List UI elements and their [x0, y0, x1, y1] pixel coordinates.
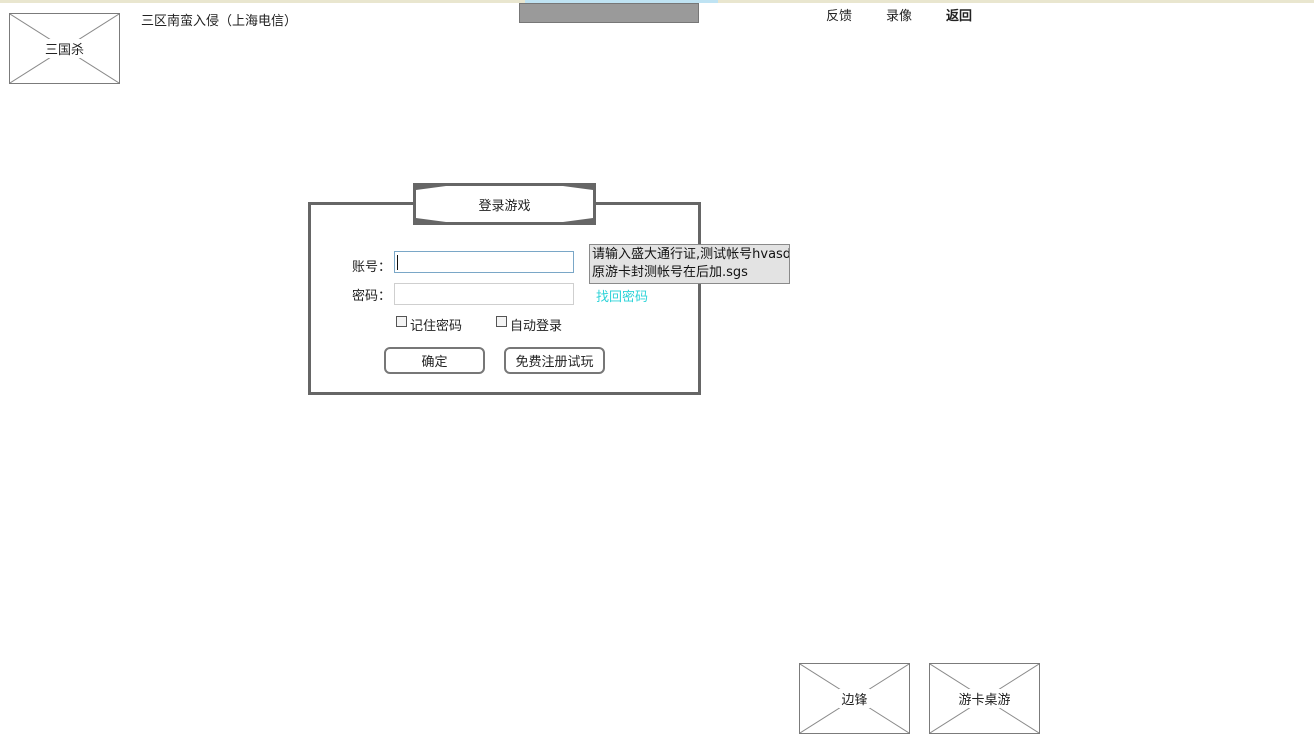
logo-placeholder: 三国杀 — [9, 13, 120, 84]
register-button[interactable]: 免费注册试玩 — [504, 347, 605, 374]
top-progress-bar — [519, 3, 699, 23]
text-caret — [397, 255, 398, 270]
youka-tile[interactable]: 游卡桌游 — [929, 663, 1040, 734]
bianfeng-tile[interactable]: 边锋 — [799, 663, 910, 734]
feedback-link[interactable]: 反馈 — [826, 5, 852, 24]
password-label: 密码： — [352, 289, 392, 304]
youka-label: 游卡桌游 — [956, 689, 1013, 708]
tooltip-line-2: 原游卡封测帐号在后加.sgs — [592, 265, 748, 280]
login-title: 登录游戏 — [478, 198, 531, 214]
recording-link[interactable]: 录像 — [886, 5, 912, 24]
bianfeng-label: 边锋 — [839, 689, 870, 708]
login-tab: 登录游戏 — [413, 183, 596, 225]
logo-label: 三国杀 — [42, 39, 86, 58]
account-label: 账号： — [352, 260, 392, 275]
password-input[interactable] — [394, 283, 574, 305]
account-hint-tooltip: 请输入盛大通行证,测试帐号hvasd 原游卡封测帐号在后加.sgs — [589, 244, 790, 284]
forgot-password-link[interactable]: 找回密码 — [596, 286, 648, 305]
account-input[interactable] — [394, 251, 574, 273]
remember-password-label[interactable]: 记住密码 — [410, 315, 462, 334]
server-title: 三区南蛮入侵（上海电信） — [141, 14, 298, 29]
remember-password-checkbox[interactable] — [396, 316, 407, 327]
confirm-button[interactable]: 确定 — [384, 347, 485, 374]
back-link[interactable]: 返回 — [946, 5, 972, 24]
auto-login-checkbox[interactable] — [496, 316, 507, 327]
login-page: 三国杀 三区南蛮入侵（上海电信） 反馈 录像 返回 登录游戏 账号： 密码： 找… — [0, 0, 1314, 742]
auto-login-label[interactable]: 自动登录 — [510, 315, 562, 334]
tooltip-line-1: 请输入盛大通行证,测试帐号hvasd — [592, 247, 790, 262]
